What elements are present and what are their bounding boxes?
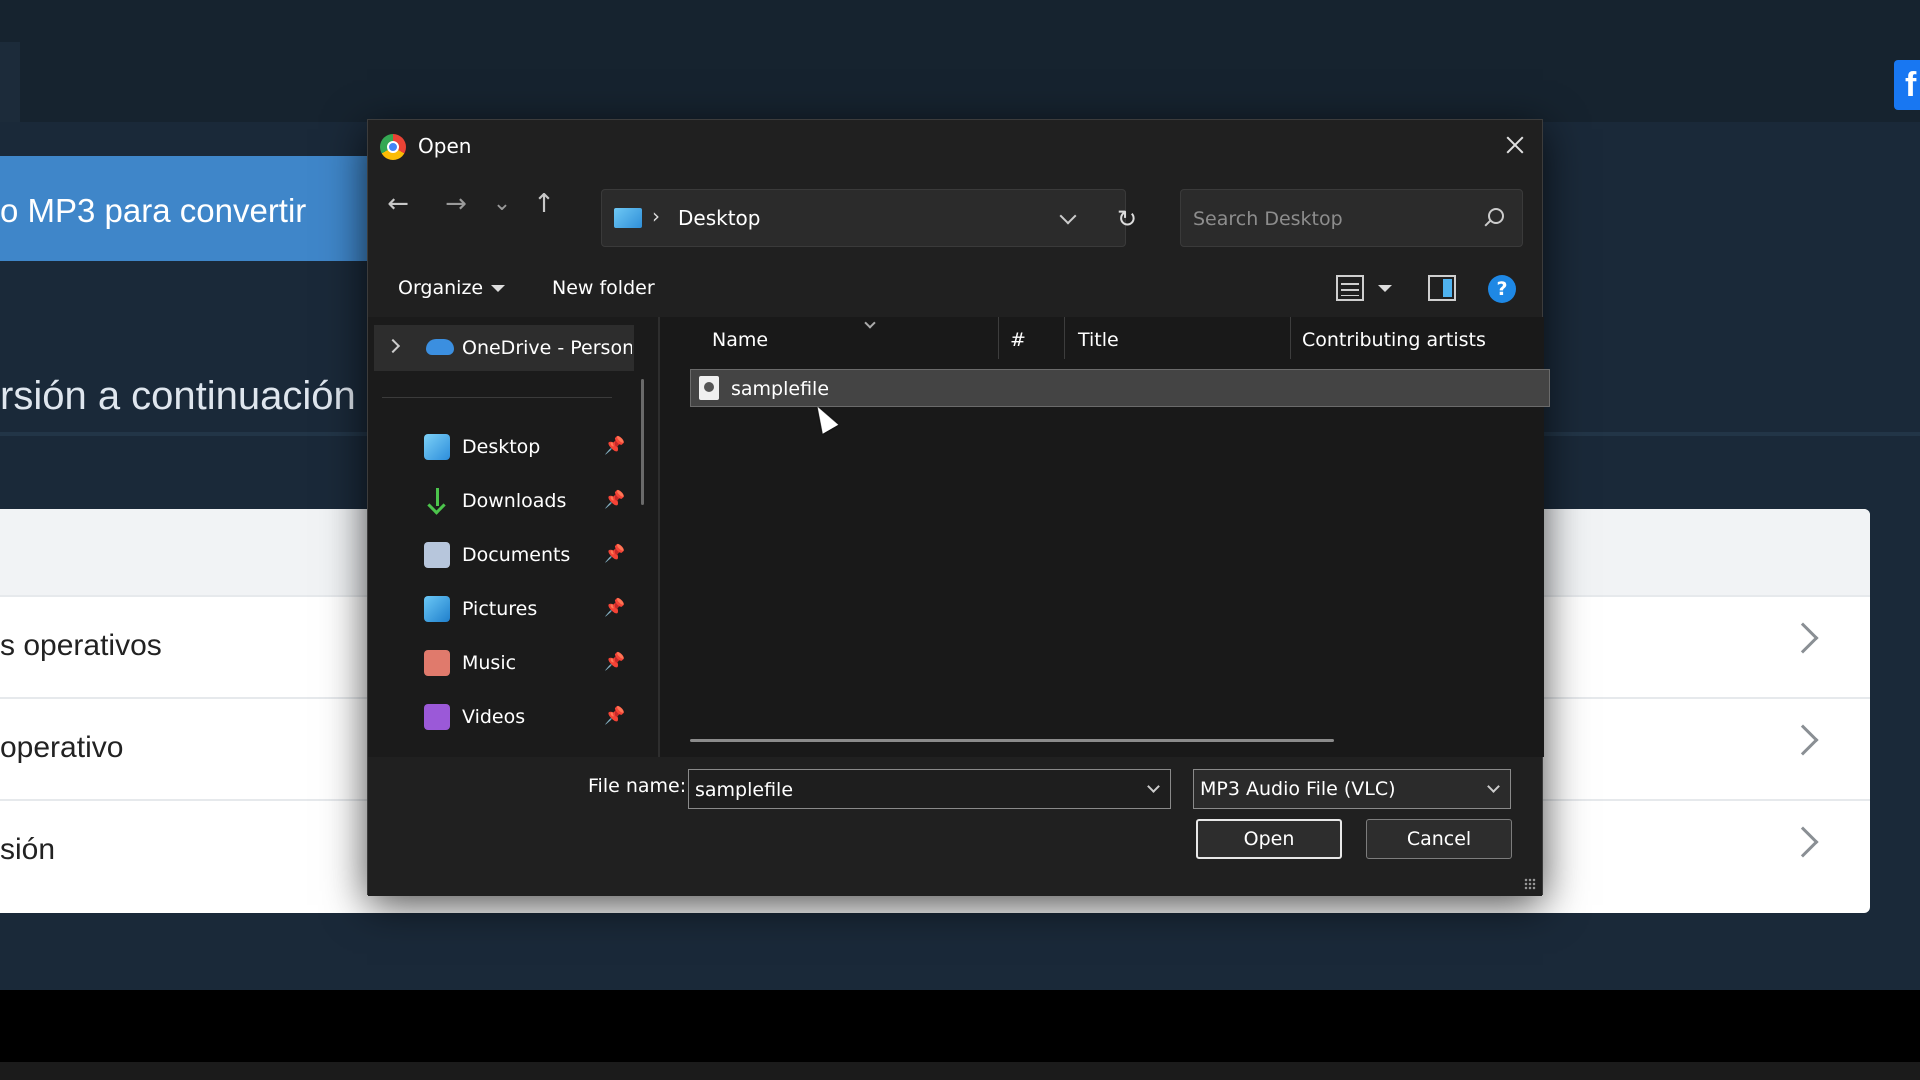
chevron-down-icon[interactable]: [1058, 208, 1078, 228]
file-list: Name # Title Contributing artists sample…: [660, 317, 1550, 757]
cancel-button[interactable]: Cancel: [1366, 819, 1512, 859]
column-header-name[interactable]: Name: [712, 317, 876, 363]
page-footer: [0, 990, 1920, 1062]
sidebar-item-label: Videos: [462, 706, 526, 728]
file-name-combobox[interactable]: [688, 769, 1171, 809]
sidebar-item-label: Desktop: [462, 436, 541, 458]
sidebar-item-label: Downloads: [462, 490, 567, 512]
preview-pane-icon[interactable]: [1428, 275, 1456, 301]
column-divider[interactable]: [1064, 317, 1065, 359]
search-input[interactable]: [1193, 206, 1473, 232]
dialog-titlebar[interactable]: Open: [368, 120, 1542, 170]
dialog-footer: File name: MP3 Audio File (VLC) Open Can…: [368, 757, 1542, 896]
search-box[interactable]: [1180, 189, 1523, 247]
organize-menu[interactable]: Organize: [398, 277, 506, 299]
site-header: f: [0, 0, 1920, 122]
column-header-contributing-artists[interactable]: Contributing artists: [1302, 317, 1486, 363]
column-header-title[interactable]: Title: [1078, 317, 1119, 363]
details-view-icon[interactable]: [1336, 275, 1364, 301]
onedrive-cloud-icon: [426, 339, 454, 355]
view-options-caret-icon[interactable]: [1378, 285, 1392, 292]
sidebar-item-desktop[interactable]: Desktop 📌: [374, 424, 634, 470]
column-divider[interactable]: [998, 317, 999, 359]
music-icon: [424, 650, 450, 676]
card-row-label: sión: [0, 833, 56, 866]
card-row-label: s operativos: [0, 629, 162, 662]
chevron-right-icon[interactable]: [385, 338, 401, 354]
audio-file-icon: [699, 376, 719, 400]
column-divider[interactable]: [1290, 317, 1291, 359]
sort-indicator-icon: [864, 317, 876, 329]
pin-icon: 📌: [604, 436, 626, 456]
pin-icon: 📌: [604, 544, 626, 564]
sidebar-scrollbar[interactable]: [641, 379, 644, 505]
videos-icon: [424, 704, 450, 730]
card-row-label: operativo: [0, 731, 124, 764]
bottom-strip: [0, 1062, 1920, 1080]
documents-icon: [424, 542, 450, 568]
file-type-value: MP3 Audio File (VLC): [1200, 778, 1396, 800]
file-name-input[interactable]: [695, 778, 1115, 802]
file-name: samplefile: [731, 378, 830, 400]
dialog-title: Open: [418, 134, 472, 158]
back-arrow-icon[interactable]: ←: [380, 186, 416, 222]
sidebar-item-downloads[interactable]: Downloads 📌: [374, 478, 634, 524]
breadcrumb-location[interactable]: Desktop: [678, 206, 760, 230]
pin-icon: 📌: [604, 652, 626, 672]
section-heading: rsión a continuación: [0, 374, 356, 418]
command-toolbar: Organize New folder ?: [368, 263, 1542, 313]
recent-locations-icon[interactable]: ⌄: [484, 186, 520, 222]
resize-grip-icon[interactable]: [1524, 878, 1536, 890]
sidebar-item-music[interactable]: Music 📌: [374, 640, 634, 686]
chevron-right-icon: [1787, 826, 1819, 858]
open-button[interactable]: Open: [1196, 819, 1342, 859]
pin-icon: 📌: [604, 490, 626, 510]
pin-icon: 📌: [604, 598, 626, 618]
chevron-down-icon[interactable]: [1487, 780, 1500, 793]
up-arrow-icon[interactable]: ↑: [526, 186, 562, 222]
refresh-icon[interactable]: ↻: [1114, 206, 1140, 232]
open-file-dialog: Open ← → ⌄ ↑ › Desktop ↻ Organize New fo…: [367, 119, 1550, 896]
column-header-number[interactable]: #: [1010, 317, 1026, 363]
close-icon[interactable]: [1494, 128, 1534, 162]
sidebar-item-onedrive[interactable]: OneDrive - Personal: [374, 325, 634, 371]
search-icon[interactable]: [1488, 208, 1504, 224]
sidebar-item-documents[interactable]: Documents 📌: [374, 532, 634, 578]
pin-icon: 📌: [604, 706, 626, 726]
downloads-icon: [424, 488, 450, 514]
organize-label: Organize: [398, 277, 484, 299]
file-type-select[interactable]: MP3 Audio File (VLC): [1193, 769, 1511, 809]
sidebar-item-label: OneDrive - Personal: [462, 337, 632, 359]
facebook-icon[interactable]: f: [1894, 60, 1920, 110]
desktop-folder-icon: [614, 208, 642, 228]
chevron-down-icon[interactable]: [1147, 780, 1160, 793]
file-name-label: File name:: [588, 775, 687, 797]
sidebar-item-label: Documents: [462, 544, 571, 566]
sidebar-item-videos[interactable]: Videos 📌: [374, 694, 634, 740]
header-tab: [0, 42, 20, 122]
navigation-pane: OneDrive - Personal Desktop 📌 Downloads …: [368, 317, 658, 757]
chrome-icon: [380, 134, 406, 160]
horizontal-scrollbar[interactable]: [690, 739, 1334, 742]
forward-arrow-icon[interactable]: →: [438, 186, 474, 222]
convert-banner-text: o MP3 para convertir: [0, 192, 307, 229]
chevron-right-icon: [1787, 622, 1819, 654]
pictures-icon: [424, 596, 450, 622]
sidebar-item-pictures[interactable]: Pictures 📌: [374, 586, 634, 632]
new-folder-button[interactable]: New folder: [552, 277, 655, 299]
sidebar-item-label: Pictures: [462, 598, 538, 620]
help-icon[interactable]: ?: [1488, 275, 1516, 303]
chevron-right-icon: [1787, 724, 1819, 756]
file-row-selected[interactable]: samplefile: [690, 369, 1550, 407]
breadcrumb-separator: ›: [652, 204, 660, 228]
sidebar-divider: [382, 397, 612, 398]
sidebar-item-label: Music: [462, 652, 517, 674]
caret-down-icon: [491, 285, 506, 292]
column-header-label: Name: [712, 329, 769, 351]
address-bar[interactable]: › Desktop ↻: [601, 189, 1137, 247]
desktop-icon: [424, 434, 450, 460]
